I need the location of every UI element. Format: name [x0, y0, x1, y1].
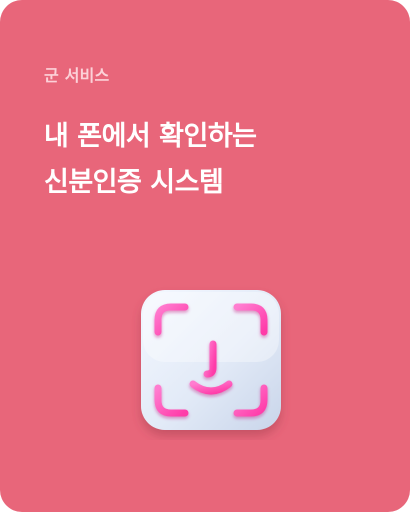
- service-category-label: 군 서비스: [44, 66, 110, 85]
- card-title: 내 폰에서 확인하는 신분인증 시스템: [44, 114, 257, 206]
- face-id-icon: [131, 280, 291, 440]
- service-card[interactable]: 군 서비스 내 폰에서 확인하는 신분인증 시스템: [0, 0, 410, 512]
- card-title-line-2: 신분인증 시스템: [44, 167, 224, 198]
- card-title-line-1: 내 폰에서 확인하는: [44, 121, 257, 152]
